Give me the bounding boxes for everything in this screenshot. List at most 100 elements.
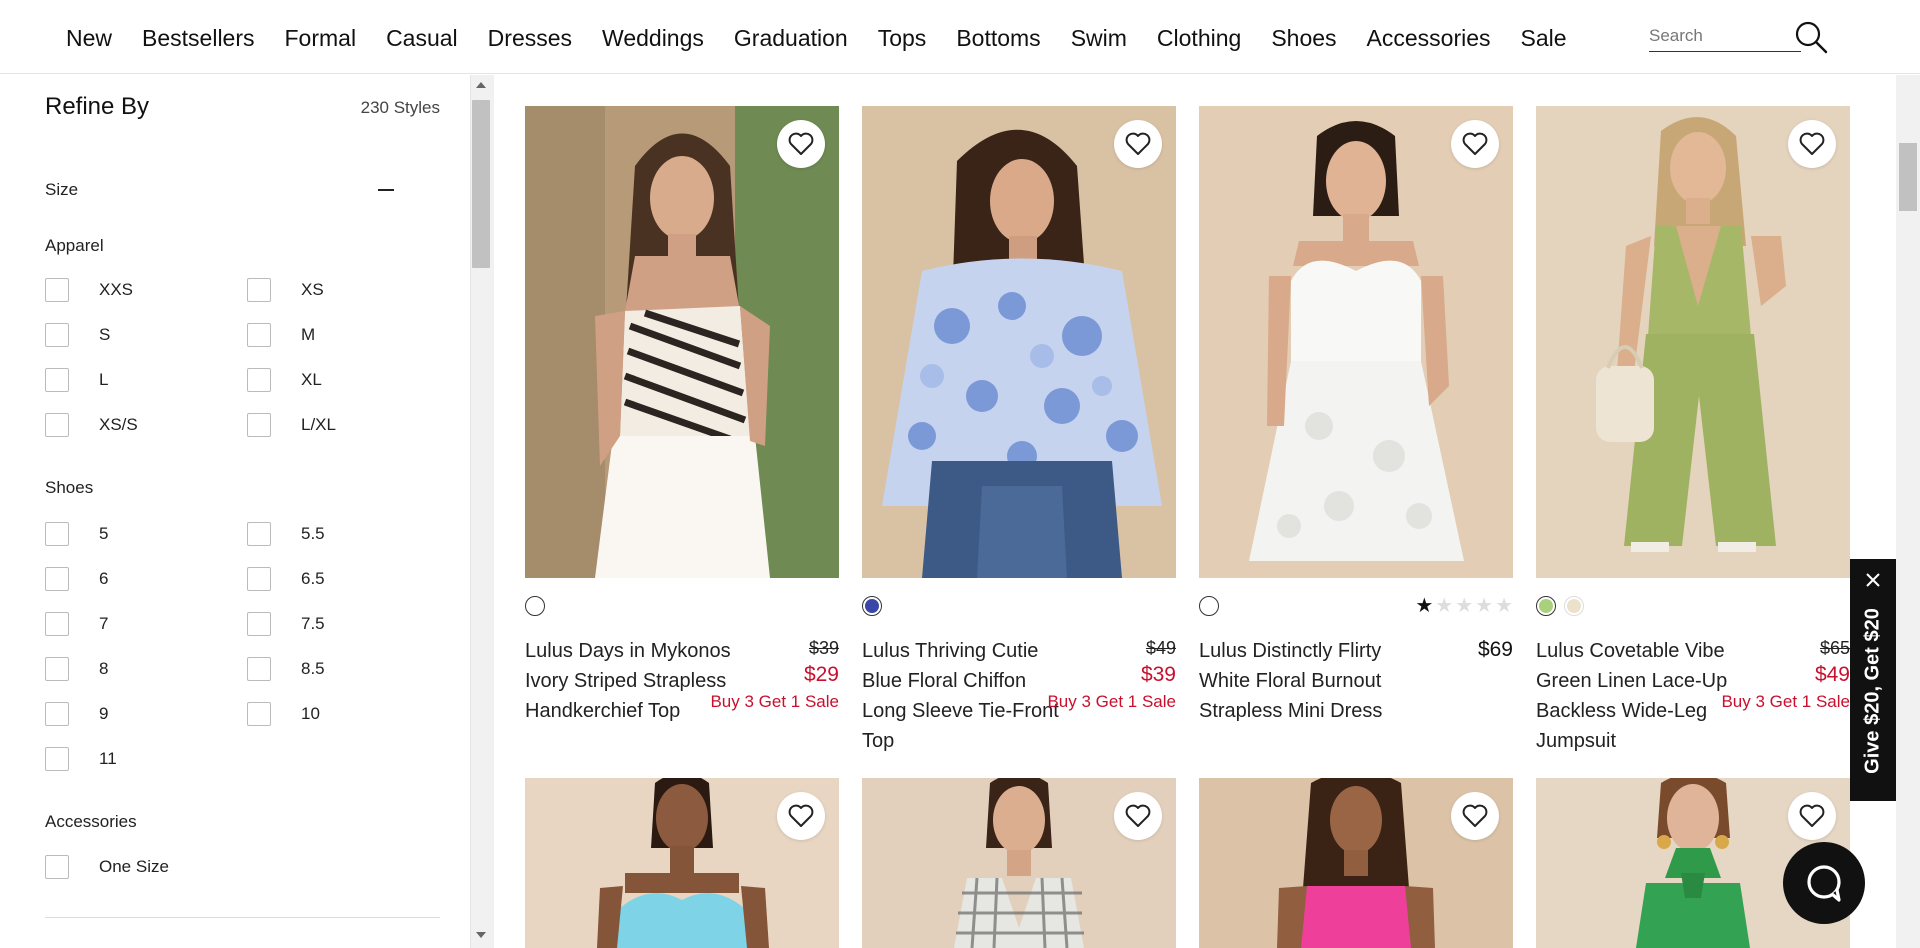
wishlist-heart-icon[interactable] — [777, 120, 825, 168]
shoe-size-6-5[interactable]: 6.5 — [247, 567, 325, 591]
nav-item-weddings[interactable]: Weddings — [602, 22, 704, 54]
style-count: 230 Styles — [360, 98, 440, 117]
swatch-fill — [528, 599, 542, 613]
wishlist-heart-icon[interactable] — [777, 792, 825, 840]
checkbox[interactable] — [247, 567, 271, 591]
shoe-size-7[interactable]: 7 — [45, 612, 108, 636]
nav-item-bottoms[interactable]: Bottoms — [956, 22, 1040, 54]
checkbox[interactable] — [247, 323, 271, 347]
product-name[interactable]: Lulus Distinctly Flirty White Floral Bur… — [1199, 636, 1409, 726]
nav-item-dresses[interactable]: Dresses — [488, 22, 572, 54]
size-option-xl[interactable]: XL — [247, 368, 322, 392]
size-option-xxs[interactable]: XXS — [45, 278, 133, 302]
color-swatch[interactable] — [1536, 596, 1556, 616]
checkbox[interactable] — [45, 567, 69, 591]
nav-item-accessories[interactable]: Accessories — [1367, 22, 1491, 54]
checkbox[interactable] — [247, 278, 271, 302]
shoe-size-10[interactable]: 10 — [247, 702, 320, 726]
checkbox[interactable] — [45, 323, 69, 347]
checkbox[interactable] — [45, 368, 69, 392]
nav-item-clothing[interactable]: Clothing — [1157, 22, 1241, 54]
sale-price: $39 — [1140, 663, 1176, 686]
color-swatch[interactable] — [525, 596, 545, 616]
size-option-l[interactable]: L — [45, 368, 108, 392]
original-price: $65 — [1819, 638, 1850, 658]
shoe-size-6[interactable]: 6 — [45, 567, 108, 591]
nav-item-swim[interactable]: Swim — [1071, 22, 1127, 54]
checkbox[interactable] — [247, 368, 271, 392]
shoe-size-11[interactable]: 11 — [45, 747, 117, 771]
product-name[interactable]: Lulus Days in Mykonos Ivory Striped Stra… — [525, 636, 735, 726]
product-image[interactable] — [862, 778, 1176, 948]
page-scrollbar-thumb[interactable] — [1899, 143, 1917, 211]
accessory-size-one-size[interactable]: One Size — [45, 855, 169, 879]
color-swatch[interactable] — [862, 596, 882, 616]
shoe-size-5-5[interactable]: 5.5 — [247, 522, 325, 546]
shoe-size-8[interactable]: 8 — [45, 657, 108, 681]
shoe-size-7-5[interactable]: 7.5 — [247, 612, 325, 636]
checkbox[interactable] — [45, 522, 69, 546]
size-option-xs-s[interactable]: XS/S — [45, 413, 138, 437]
checkbox[interactable] — [247, 522, 271, 546]
color-swatch[interactable] — [1199, 596, 1219, 616]
product-image[interactable] — [1199, 106, 1513, 578]
checkbox[interactable] — [247, 612, 271, 636]
shoe-size-8-5[interactable]: 8.5 — [247, 657, 325, 681]
scroll-down-arrow-icon[interactable] — [476, 932, 486, 938]
search-input[interactable] — [1649, 22, 1789, 50]
product-name[interactable]: Lulus Covetable Vibe Green Linen Lace-Up… — [1536, 636, 1746, 756]
wishlist-heart-icon[interactable] — [1114, 120, 1162, 168]
wishlist-heart-icon[interactable] — [1114, 792, 1162, 840]
product-image[interactable] — [862, 106, 1176, 578]
size-option-s[interactable]: S — [45, 323, 110, 347]
nav-item-bestsellers[interactable]: Bestsellers — [142, 22, 254, 54]
checkbox[interactable] — [45, 413, 69, 437]
search-icon[interactable] — [1794, 20, 1828, 54]
checkbox[interactable] — [45, 702, 69, 726]
product-image[interactable] — [525, 778, 839, 948]
wishlist-heart-icon[interactable] — [1451, 120, 1499, 168]
nav-item-sale[interactable]: Sale — [1521, 22, 1567, 54]
scroll-up-arrow-icon[interactable] — [476, 82, 486, 88]
model-photo-striped-top — [525, 106, 839, 578]
star-icon: ★ — [1435, 595, 1454, 617]
wishlist-heart-icon[interactable] — [1788, 120, 1836, 168]
checkbox[interactable] — [45, 612, 69, 636]
nav-item-shoes[interactable]: Shoes — [1271, 22, 1336, 54]
shoe-size-5[interactable]: 5 — [45, 522, 108, 546]
checkbox[interactable] — [45, 657, 69, 681]
checkbox[interactable] — [45, 278, 69, 302]
collapse-icon[interactable] — [378, 189, 394, 191]
nav-item-graduation[interactable]: Graduation — [734, 22, 848, 54]
checkbox[interactable] — [247, 702, 271, 726]
product-card[interactable] — [1199, 778, 1513, 948]
color-swatch[interactable] — [1564, 596, 1584, 616]
product-card[interactable] — [525, 778, 839, 948]
product-card[interactable] — [862, 778, 1176, 948]
referral-side-tab[interactable]: Give $20, Get $20 — [1850, 559, 1896, 801]
wishlist-heart-icon[interactable] — [1451, 792, 1499, 840]
checkbox[interactable] — [45, 855, 69, 879]
checkbox[interactable] — [247, 657, 271, 681]
checkbox[interactable] — [247, 413, 271, 437]
size-option-l-xl[interactable]: L/XL — [247, 413, 336, 437]
product-image[interactable] — [1199, 778, 1513, 948]
size-option-xs[interactable]: XS — [247, 278, 324, 302]
product-image[interactable] — [1536, 106, 1850, 578]
wishlist-heart-icon[interactable] — [1788, 792, 1836, 840]
nav-item-formal[interactable]: Formal — [285, 22, 357, 54]
close-icon[interactable] — [1864, 571, 1882, 589]
product-image[interactable] — [525, 106, 839, 578]
chat-launcher-button[interactable] — [1783, 842, 1865, 924]
sidebar-scrollbar-thumb[interactable] — [472, 100, 490, 268]
shoe-size-9[interactable]: 9 — [45, 702, 108, 726]
size-section-title[interactable]: Size — [45, 180, 78, 200]
product-name[interactable]: Lulus Thriving Cutie Blue Floral Chiffon… — [862, 636, 1072, 756]
nav-item-casual[interactable]: Casual — [386, 22, 458, 54]
apparel-heading: Apparel — [45, 236, 104, 255]
nav-item-tops[interactable]: Tops — [878, 22, 927, 54]
checkbox[interactable] — [45, 747, 69, 771]
nav-item-new[interactable]: New — [66, 22, 112, 54]
size-option-m[interactable]: M — [247, 323, 315, 347]
top-navigation: New Bestsellers Formal Casual Dresses We… — [0, 0, 1920, 74]
